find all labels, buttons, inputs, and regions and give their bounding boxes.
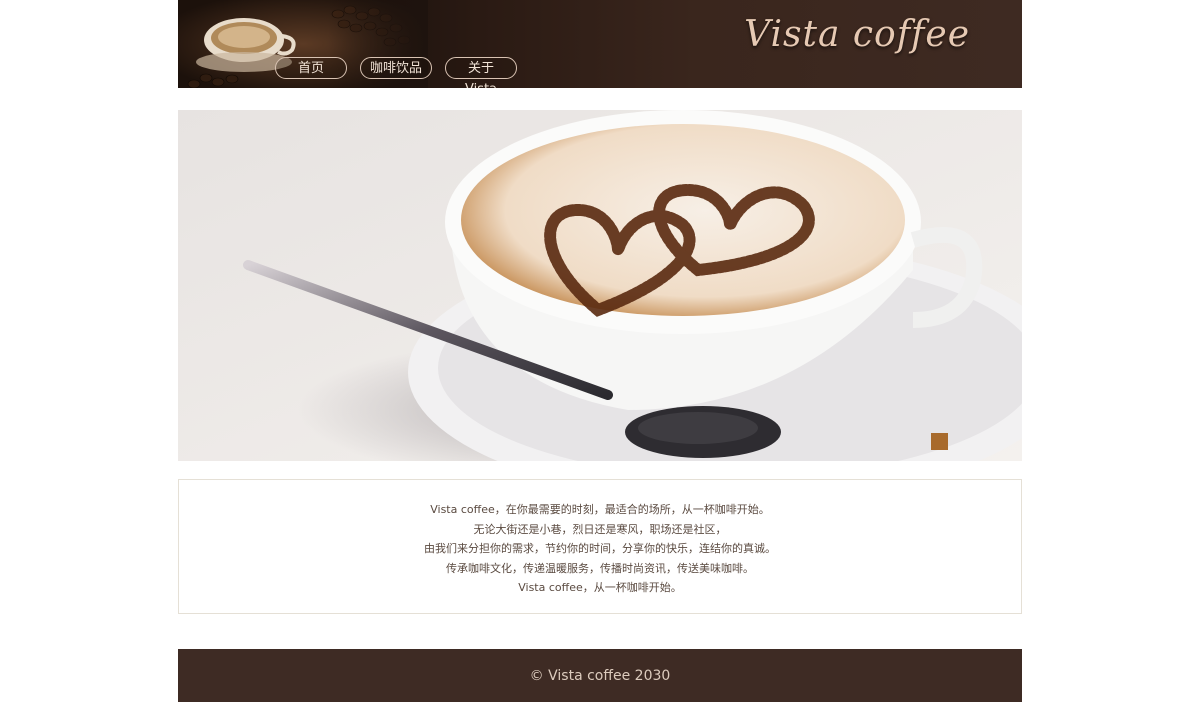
copyright-text: © Vista coffee 2030 xyxy=(529,668,671,684)
brand-logo-text[interactable]: Vista coffee xyxy=(744,14,970,55)
latte-heart-photo xyxy=(178,110,1022,461)
intro-line: Vista coffee，从一杯咖啡开始。 xyxy=(518,581,682,594)
main-nav: 首页 咖啡饮品 关于Vista xyxy=(275,57,517,88)
nav-coffee-drinks[interactable]: 咖啡饮品 xyxy=(360,57,432,79)
intro-line: Vista coffee，在你最需要的时刻，最适合的场所，从一杯咖啡开始。 xyxy=(430,503,770,516)
nav-home[interactable]: 首页 xyxy=(275,57,347,79)
site-header: Vista coffee 首页 咖啡饮品 关于Vista xyxy=(178,0,1022,88)
hero-banner xyxy=(178,110,1022,461)
nav-about-vista[interactable]: 关于Vista xyxy=(445,57,517,88)
site-footer: © Vista coffee 2030 xyxy=(178,649,1022,702)
slide-indicator[interactable] xyxy=(931,433,948,450)
intro-line: 传承咖啡文化，传递温暖服务，传播时尚资讯，传送美味咖啡。 xyxy=(446,561,754,575)
intro-line: 由我们来分担你的需求，节约你的时间，分享你的快乐，连结你的真诚。 xyxy=(424,542,776,555)
intro-line: 无论大街还是小巷，烈日还是寒风，职场还是社区， xyxy=(473,522,727,536)
intro-panel: Vista coffee，在你最需要的时刻，最适合的场所，从一杯咖啡开始。 无论… xyxy=(178,479,1022,614)
